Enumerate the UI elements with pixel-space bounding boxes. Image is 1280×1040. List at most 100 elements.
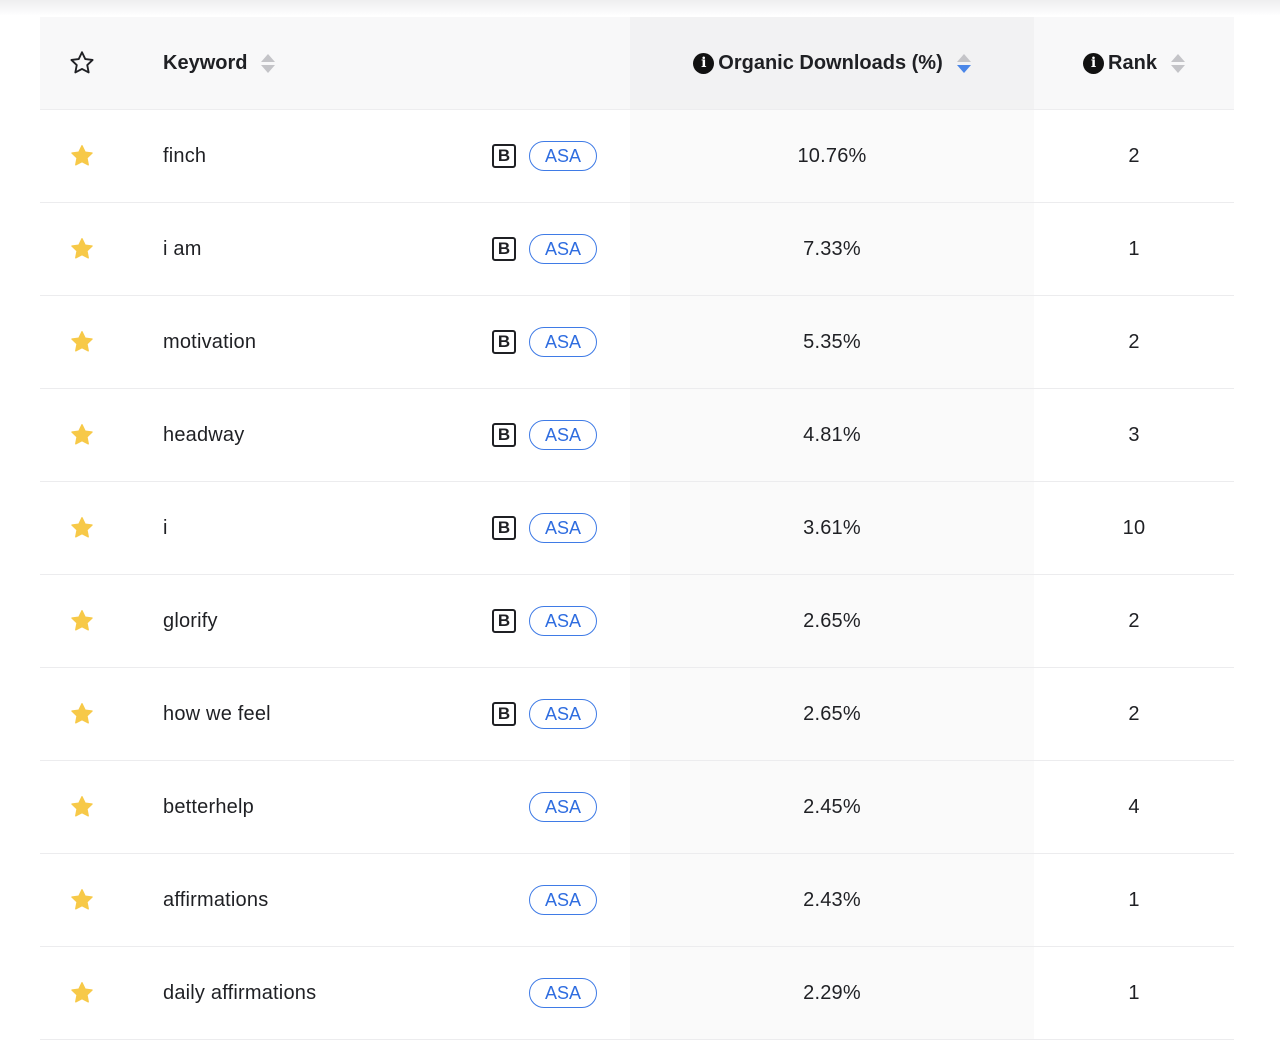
branded-badge-empty <box>492 795 516 819</box>
organic-downloads-cell: 3.61% <box>630 482 1034 574</box>
organic-downloads-cell: 2.29% <box>630 947 1034 1039</box>
keyword-text[interactable]: how we feel <box>163 703 271 726</box>
rank-value: 2 <box>1128 609 1140 632</box>
organic-downloads-cell: 7.33% <box>630 203 1034 295</box>
table-row[interactable]: i B ASA 3.61% 10 <box>40 482 1234 575</box>
rank-value: 1 <box>1128 888 1140 911</box>
keyword-text[interactable]: finch <box>163 145 206 168</box>
branded-badge-empty <box>492 888 516 912</box>
table-header-row: Keyword i Organic Downloads (%) i Rank <box>40 17 1234 110</box>
asa-badge[interactable]: ASA <box>529 141 597 171</box>
organic-downloads-cell: 5.35% <box>630 296 1034 388</box>
organic-downloads-value: 2.65% <box>803 702 861 725</box>
favorite-column-header[interactable] <box>40 49 124 77</box>
rank-value: 1 <box>1128 981 1140 1004</box>
star-filled-icon[interactable] <box>69 236 95 262</box>
organic-downloads-value: 3.61% <box>803 516 861 539</box>
rank-header-label: Rank <box>1108 51 1157 74</box>
table-row[interactable]: daily affirmations ASA 2.29% 1 <box>40 947 1234 1040</box>
rank-cell: 1 <box>1034 854 1234 946</box>
rank-info-icon[interactable]: i <box>1083 52 1105 74</box>
star-filled-icon[interactable] <box>69 422 95 448</box>
keyword-sort-icon[interactable] <box>261 53 276 73</box>
table-row[interactable]: affirmations ASA 2.43% 1 <box>40 854 1234 947</box>
branded-badge: B <box>492 237 516 261</box>
keyword-column-header[interactable]: Keyword <box>124 52 630 75</box>
keyword-text[interactable]: i am <box>163 238 202 261</box>
organic-info-icon[interactable]: i <box>693 52 715 74</box>
favorite-cell[interactable] <box>40 608 124 634</box>
rank-cell: 2 <box>1034 296 1234 388</box>
asa-badge[interactable]: ASA <box>529 885 597 915</box>
star-filled-icon[interactable] <box>69 329 95 355</box>
keyword-text[interactable]: motivation <box>163 331 256 354</box>
favorite-cell[interactable] <box>40 701 124 727</box>
keyword-header-label: Keyword <box>163 51 248 74</box>
keyword-text[interactable]: daily affirmations <box>163 982 316 1005</box>
rank-value: 1 <box>1128 237 1140 260</box>
table-row[interactable]: finch B ASA 10.76% 2 <box>40 110 1234 203</box>
organic-downloads-value: 2.29% <box>803 981 861 1004</box>
keyword-text[interactable]: affirmations <box>163 889 268 912</box>
organic-downloads-value: 10.76% <box>797 144 867 167</box>
rank-cell: 2 <box>1034 575 1234 667</box>
rank-value: 4 <box>1128 795 1140 818</box>
keyword-tags: B ASA <box>492 389 597 481</box>
asa-badge[interactable]: ASA <box>529 792 597 822</box>
table-body: finch B ASA 10.76% 2 i am B ASA 7.33% 1 … <box>40 110 1234 1040</box>
star-filled-icon[interactable] <box>69 608 95 634</box>
star-filled-icon[interactable] <box>69 143 95 169</box>
keyword-tags: B ASA <box>492 110 597 202</box>
table-row[interactable]: glorify B ASA 2.65% 2 <box>40 575 1234 668</box>
branded-badge-empty <box>492 981 516 1005</box>
page-top-shadow <box>0 0 1280 16</box>
keyword-text[interactable]: i <box>163 517 168 540</box>
star-filled-icon[interactable] <box>69 515 95 541</box>
keyword-tags: ASA <box>492 761 597 853</box>
star-filled-icon[interactable] <box>69 701 95 727</box>
asa-badge[interactable]: ASA <box>529 978 597 1008</box>
favorite-cell[interactable] <box>40 980 124 1006</box>
organic-downloads-value: 5.35% <box>803 330 861 353</box>
keyword-text[interactable]: headway <box>163 424 244 447</box>
rank-cell: 10 <box>1034 482 1234 574</box>
asa-badge[interactable]: ASA <box>529 699 597 729</box>
keyword-text[interactable]: betterhelp <box>163 796 254 819</box>
table-row[interactable]: how we feel B ASA 2.65% 2 <box>40 668 1234 761</box>
keyword-table: Keyword i Organic Downloads (%) i Rank f… <box>40 17 1234 1040</box>
star-filled-icon[interactable] <box>69 980 95 1006</box>
rank-value: 2 <box>1128 330 1140 353</box>
asa-badge[interactable]: ASA <box>529 327 597 357</box>
rank-cell: 3 <box>1034 389 1234 481</box>
favorite-cell[interactable] <box>40 143 124 169</box>
favorite-cell[interactable] <box>40 887 124 913</box>
rank-value: 3 <box>1128 423 1140 446</box>
table-row[interactable]: headway B ASA 4.81% 3 <box>40 389 1234 482</box>
table-row[interactable]: i am B ASA 7.33% 1 <box>40 203 1234 296</box>
star-filled-icon[interactable] <box>69 887 95 913</box>
asa-badge[interactable]: ASA <box>529 606 597 636</box>
organic-downloads-column-header[interactable]: i Organic Downloads (%) <box>630 17 1034 109</box>
favorite-cell[interactable] <box>40 329 124 355</box>
rank-cell: 2 <box>1034 110 1234 202</box>
asa-badge[interactable]: ASA <box>529 513 597 543</box>
asa-badge[interactable]: ASA <box>529 234 597 264</box>
star-filled-icon[interactable] <box>69 794 95 820</box>
keyword-text[interactable]: glorify <box>163 610 218 633</box>
asa-badge[interactable]: ASA <box>529 420 597 450</box>
organic-downloads-value: 2.45% <box>803 795 861 818</box>
table-row[interactable]: betterhelp ASA 2.45% 4 <box>40 761 1234 854</box>
organic-downloads-cell: 4.81% <box>630 389 1034 481</box>
keyword-tags: B ASA <box>492 668 597 760</box>
favorite-cell[interactable] <box>40 236 124 262</box>
branded-badge: B <box>492 144 516 168</box>
favorite-cell[interactable] <box>40 422 124 448</box>
rank-column-header[interactable]: i Rank <box>1034 17 1234 109</box>
table-row[interactable]: motivation B ASA 5.35% 2 <box>40 296 1234 389</box>
organic-header-label: Organic Downloads (%) <box>718 51 943 74</box>
rank-sort-icon[interactable] <box>1170 53 1185 73</box>
favorite-cell[interactable] <box>40 515 124 541</box>
organic-sort-icon[interactable] <box>956 53 971 73</box>
favorite-cell[interactable] <box>40 794 124 820</box>
star-outline-icon[interactable] <box>68 49 96 77</box>
